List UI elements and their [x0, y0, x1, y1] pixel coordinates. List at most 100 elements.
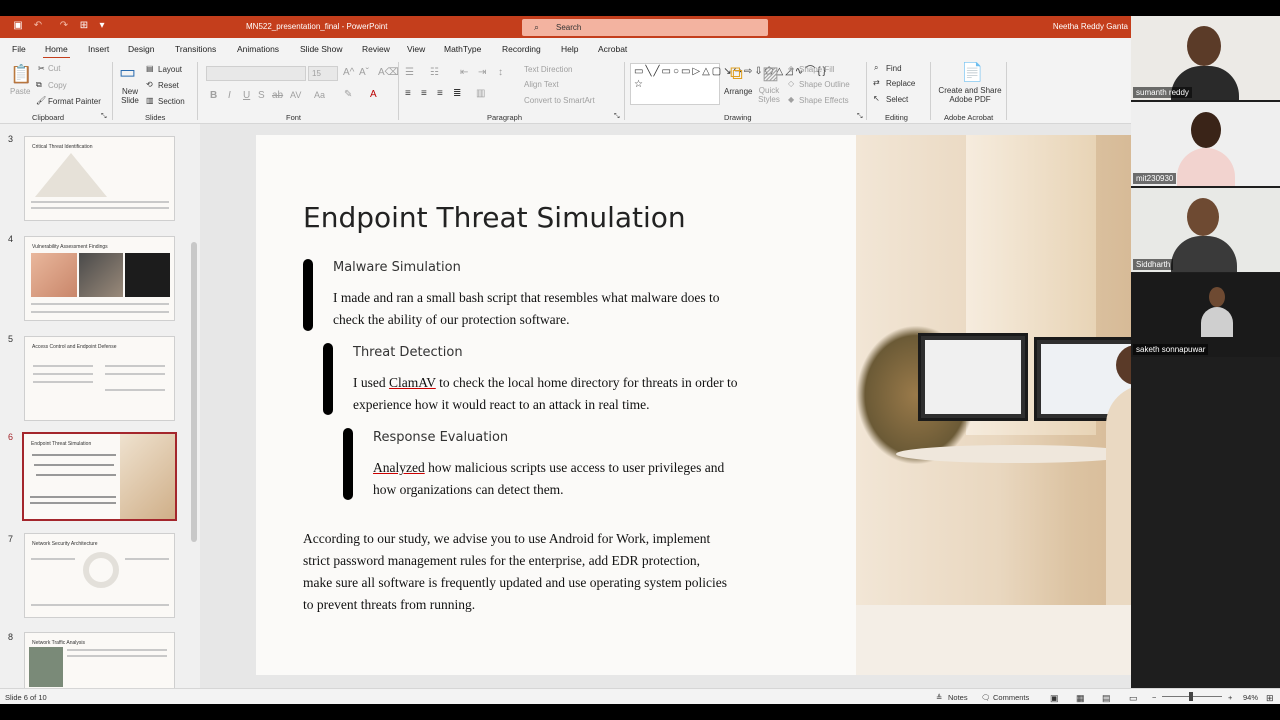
- bullets-icon[interactable]: ☰: [405, 67, 414, 78]
- select-icon[interactable]: ↖: [873, 94, 880, 103]
- line-spacing-icon[interactable]: ↕: [498, 67, 503, 78]
- find-icon[interactable]: ⌕: [874, 63, 878, 73]
- replace-button[interactable]: Replace: [886, 79, 915, 88]
- tab-design[interactable]: Design: [128, 44, 154, 54]
- italic-icon[interactable]: I: [228, 90, 231, 101]
- paragraph-launcher-icon[interactable]: ⤡: [614, 113, 620, 121]
- increase-indent-icon[interactable]: ⇥: [478, 67, 486, 78]
- numbering-icon[interactable]: ☷: [430, 67, 439, 78]
- section-text[interactable]: I made and ran a small bash script that …: [333, 287, 720, 331]
- font-color-icon[interactable]: A: [370, 89, 377, 100]
- shape-outline-button[interactable]: Shape Outline: [799, 80, 850, 89]
- cut-button[interactable]: Cut: [48, 64, 60, 73]
- section-heading[interactable]: Malware Simulation: [333, 260, 461, 275]
- shape-fill-icon[interactable]: ◈: [788, 64, 794, 73]
- notes-icon[interactable]: ≜: [936, 693, 942, 702]
- grow-font-icon[interactable]: A^: [343, 67, 354, 78]
- replace-icon[interactable]: ⇄: [873, 78, 880, 87]
- reset-icon[interactable]: ⟲: [146, 80, 153, 89]
- decrease-indent-icon[interactable]: ⇤: [460, 67, 468, 78]
- paste-icon[interactable]: 📋: [10, 64, 32, 85]
- tab-acrobat[interactable]: Acrobat: [598, 44, 627, 54]
- layout-button[interactable]: Layout: [158, 65, 182, 74]
- shape-fill-button[interactable]: Shape Fill: [799, 65, 835, 74]
- align-right-icon[interactable]: ≡: [437, 88, 443, 99]
- section-heading[interactable]: Response Evaluation: [373, 430, 508, 445]
- tab-file[interactable]: File: [12, 44, 26, 54]
- present-icon[interactable]: ⊞: [78, 20, 90, 32]
- zoom-level[interactable]: 94%: [1243, 693, 1258, 702]
- search-box[interactable]: ⌕ Search: [522, 19, 768, 36]
- participant-tile[interactable]: mit230930: [1131, 102, 1280, 186]
- shadow-icon[interactable]: S: [258, 90, 265, 101]
- new-slide-icon[interactable]: ▭: [119, 62, 136, 83]
- change-case-icon[interactable]: Aa: [314, 90, 325, 100]
- align-center-icon[interactable]: ≡: [421, 88, 427, 99]
- slide-thumbnail-selected[interactable]: Endpoint Threat Simulation: [22, 432, 177, 521]
- notes-button[interactable]: Notes: [948, 693, 968, 702]
- fit-slide-icon[interactable]: ⊞: [1266, 693, 1274, 704]
- zoom-slider-thumb[interactable]: [1189, 692, 1193, 701]
- align-left-icon[interactable]: ≡: [405, 88, 411, 99]
- comments-icon[interactable]: 🗨: [981, 693, 991, 702]
- slide-thumbnail[interactable]: Vulnerability Assessment Findings: [24, 236, 175, 321]
- shape-outline-icon[interactable]: ◇: [788, 79, 794, 88]
- tab-slide-show[interactable]: Slide Show: [300, 44, 343, 54]
- customize-qat-icon[interactable]: ▾: [96, 20, 108, 32]
- arrange-icon[interactable]: ⧉: [730, 63, 743, 84]
- section-button[interactable]: Section: [158, 97, 185, 106]
- copy-button[interactable]: Copy: [48, 81, 67, 90]
- participant-tile[interactable]: saketh sonnapuwar: [1131, 273, 1280, 357]
- strikethrough-icon[interactable]: ab: [272, 90, 283, 101]
- smartart-button[interactable]: Convert to SmartArt: [524, 96, 595, 105]
- shape-effects-button[interactable]: Shape Effects: [799, 96, 849, 105]
- font-size-dropdown[interactable]: 15: [308, 66, 338, 81]
- shape-effects-icon[interactable]: ◆: [788, 95, 794, 104]
- slide-thumbnail[interactable]: Critical Threat Identification: [24, 136, 175, 221]
- participant-tile[interactable]: sumanth reddy: [1131, 16, 1280, 100]
- quick-styles-icon[interactable]: ▨: [762, 63, 779, 84]
- redo-icon[interactable]: ↷: [58, 20, 70, 32]
- normal-view-icon[interactable]: ▣: [1050, 693, 1059, 704]
- slideshow-view-icon[interactable]: ▭: [1129, 693, 1138, 704]
- section-icon[interactable]: ▥: [146, 96, 154, 105]
- adobe-pdf-icon[interactable]: 📄: [961, 62, 983, 83]
- comments-button[interactable]: Comments: [993, 693, 1029, 702]
- bold-icon[interactable]: B: [210, 90, 217, 101]
- format-painter-icon[interactable]: 🖌: [36, 96, 46, 105]
- zoom-in-icon[interactable]: +: [1228, 693, 1232, 702]
- section-heading[interactable]: Threat Detection: [353, 345, 463, 360]
- scissors-icon[interactable]: ✂: [38, 64, 45, 73]
- columns-icon[interactable]: ▥: [476, 88, 485, 99]
- copy-icon[interactable]: ⧉: [36, 80, 42, 90]
- clear-format-icon[interactable]: A⌫: [378, 67, 399, 78]
- tab-review[interactable]: Review: [362, 44, 390, 54]
- reset-button[interactable]: Reset: [158, 81, 179, 90]
- tab-mathtype[interactable]: MathType: [444, 44, 481, 54]
- quick-styles-button[interactable]: Quick Styles: [756, 86, 782, 104]
- slide-sorter-icon[interactable]: ▦: [1076, 693, 1085, 704]
- find-button[interactable]: Find: [886, 64, 902, 73]
- text-direction-button[interactable]: Text Direction: [524, 65, 572, 74]
- slide-thumbnail[interactable]: Access Control and Endpoint Defense: [24, 336, 175, 421]
- slide-title[interactable]: Endpoint Threat Simulation: [303, 201, 686, 234]
- thumbnail-scrollbar[interactable]: [188, 124, 200, 688]
- new-slide-button[interactable]: New Slide: [118, 87, 142, 105]
- participant-tile[interactable]: Siddharth: [1131, 188, 1280, 272]
- slide-canvas[interactable]: Endpoint Threat Simulation Malware Simul…: [256, 135, 1216, 675]
- create-share-pdf-button[interactable]: Create and Share Adobe PDF: [938, 86, 1002, 104]
- reading-view-icon[interactable]: ▤: [1102, 693, 1111, 704]
- save-icon[interactable]: ▣: [12, 20, 24, 32]
- highlight-icon[interactable]: ✎: [344, 89, 352, 100]
- section-text[interactable]: I used ClamAV to check the local home di…: [353, 372, 738, 416]
- slide-thumbnail[interactable]: Network Traffic Analysis: [24, 632, 175, 688]
- tab-insert[interactable]: Insert: [88, 44, 109, 54]
- zoom-out-icon[interactable]: −: [1152, 693, 1156, 702]
- user-name[interactable]: Neetha Reddy Ganta: [1053, 22, 1128, 31]
- tab-home[interactable]: Home: [43, 44, 70, 59]
- shapes-gallery[interactable]: ▭╲╱▭○▭▷△▢↘↪⇨⇩⬠△◿∿⌒{}☆: [630, 63, 826, 105]
- scrollbar-thumb[interactable]: [191, 242, 197, 542]
- shrink-font-icon[interactable]: Aˇ: [359, 67, 369, 78]
- format-painter-button[interactable]: Format Painter: [48, 97, 101, 106]
- arrange-button[interactable]: Arrange: [724, 87, 752, 96]
